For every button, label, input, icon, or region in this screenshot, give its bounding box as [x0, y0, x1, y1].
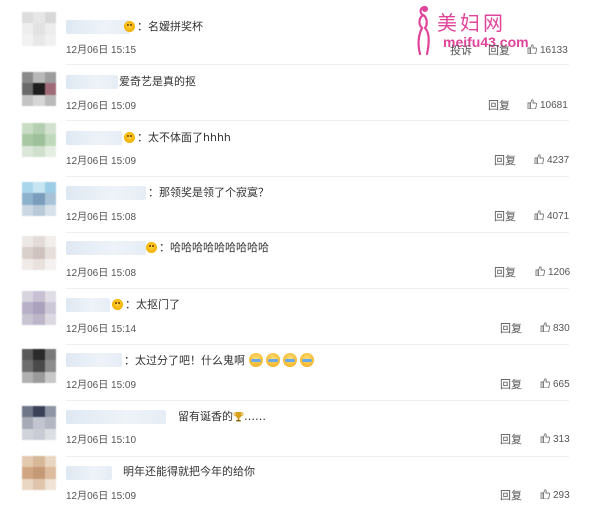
comment-text: ：太不体面了hhhh	[137, 131, 231, 144]
comment-time: 12月06日 15:10	[66, 435, 137, 446]
avatar[interactable]	[22, 72, 56, 106]
username-link[interactable]	[66, 466, 112, 480]
smiley-icon	[124, 132, 135, 143]
like-button[interactable]: 4237	[534, 154, 569, 166]
crying-laugh-icon	[265, 353, 280, 367]
username-link[interactable]	[66, 353, 122, 367]
thumbs-up-icon	[540, 489, 550, 499]
username-link[interactable]	[66, 20, 130, 34]
like-button[interactable]: 4071	[534, 210, 569, 222]
comment-item: ：哈哈哈哈哈哈哈哈哈 12月06日 15:08 回复 1206	[0, 232, 589, 288]
comment-item: ：太抠门了 12月06日 15:14 回复 830	[0, 288, 589, 344]
smiley-icon	[112, 299, 123, 310]
like-count: 16133	[540, 45, 568, 56]
reply-link[interactable]: 回复	[500, 487, 522, 503]
crying-laugh-icon	[299, 353, 314, 367]
avatar[interactable]	[22, 12, 56, 46]
comment-item: 留有诞香的 …… 12月06日 15:10 回复 313	[0, 400, 589, 456]
reply-link[interactable]: 回复	[500, 320, 522, 336]
thumbs-up-icon	[527, 44, 537, 54]
comment-item: 爱奇艺是真的抠 12月06日 15:09 回复 10681	[0, 64, 589, 120]
smiley-icon	[146, 242, 157, 253]
reply-link[interactable]: 回复	[500, 376, 522, 392]
comment-text: ：太抠门了	[125, 298, 180, 311]
like-button[interactable]: 293	[540, 489, 570, 501]
comment-text: ：太过分了吧！什么鬼啊	[124, 353, 317, 368]
like-button[interactable]: 313	[540, 433, 570, 445]
username-link[interactable]	[66, 75, 118, 89]
like-button[interactable]: 665	[540, 378, 570, 390]
comment-item: ：太不体面了hhhh 12月06日 15:09 回复 4237	[0, 120, 589, 176]
comment-text-content: ：太过分了吧！什么鬼啊	[124, 354, 245, 367]
comment-time: 12月06日 15:14	[66, 324, 137, 335]
reply-link[interactable]: 回复	[494, 208, 516, 224]
avatar[interactable]	[22, 406, 56, 440]
like-count: 4071	[547, 211, 570, 222]
like-button[interactable]: 830	[540, 322, 570, 334]
thumbs-up-icon	[540, 378, 550, 388]
like-button[interactable]: 1206	[535, 266, 570, 278]
username-link[interactable]	[66, 186, 146, 200]
comment-time: 12月06日 15:09	[66, 156, 137, 167]
smiley-icon	[124, 21, 135, 32]
username-link[interactable]	[66, 298, 110, 312]
comment-text-content: 留有诞香的	[178, 410, 233, 423]
like-count: 10681	[540, 100, 568, 111]
avatar[interactable]	[22, 456, 56, 490]
reply-link[interactable]: 回复	[494, 264, 516, 280]
thumbs-up-icon	[527, 99, 537, 109]
thumbs-up-icon	[540, 433, 550, 443]
comment-time: 12月06日 15:09	[66, 491, 137, 502]
comment-item: ：太过分了吧！什么鬼啊 12月06日 15:09 回复 665	[0, 344, 589, 400]
like-button[interactable]: 10681	[527, 99, 568, 111]
thumbs-up-icon	[534, 154, 544, 164]
avatar[interactable]	[22, 236, 56, 270]
comment-time: 12月06日 15:15	[66, 45, 137, 56]
trophy-icon	[233, 412, 244, 422]
thumbs-up-icon	[534, 210, 544, 220]
like-button[interactable]: 16133	[527, 44, 568, 56]
username-link[interactable]	[66, 131, 122, 145]
avatar[interactable]	[22, 291, 56, 325]
avatar[interactable]	[22, 123, 56, 157]
like-count: 313	[553, 434, 570, 445]
comment-time: 12月06日 15:09	[66, 380, 137, 391]
comment-item: 明年还能得就把今年的给你 12月06日 15:09 回复 293	[0, 456, 589, 511]
crying-laugh-icon	[282, 353, 297, 367]
comment-text: 爱奇艺是真的抠	[119, 75, 196, 88]
comment-item: ：名嫒拼奖杯 12月06日 15:15 投诉 回复 16133	[0, 8, 589, 58]
reply-link[interactable]: 回复	[488, 42, 510, 58]
report-link[interactable]: 投诉	[450, 42, 472, 58]
reply-link[interactable]: 回复	[494, 152, 516, 168]
like-count: 4237	[547, 155, 570, 166]
comment-time: 12月06日 15:08	[66, 268, 137, 279]
comment-time: 12月06日 15:08	[66, 212, 137, 223]
comment-text: ：那领奖是领了个寂寞？	[148, 186, 269, 199]
comment-item: ：那领奖是领了个寂寞？ 12月06日 15:08 回复 4071	[0, 176, 589, 232]
like-count: 665	[553, 379, 570, 390]
username-link[interactable]	[66, 410, 166, 424]
comment-text: ：名嫒拼奖杯	[137, 20, 203, 33]
reply-link[interactable]: 回复	[488, 97, 510, 113]
comment-text: 留有诞香的 ……	[178, 410, 266, 424]
like-count: 293	[553, 490, 570, 501]
like-count: 830	[553, 323, 570, 334]
comment-time: 12月06日 15:09	[66, 101, 137, 112]
like-count: 1206	[548, 267, 571, 278]
crying-laugh-icon	[248, 353, 263, 367]
comment-text: 明年还能得就把今年的给你	[123, 465, 255, 478]
comment-text-suffix: ……	[244, 410, 266, 423]
thumbs-up-icon	[535, 266, 545, 276]
comment-text: ：哈哈哈哈哈哈哈哈哈	[159, 241, 269, 254]
thumbs-up-icon	[540, 322, 550, 332]
username-link[interactable]	[66, 241, 146, 255]
reply-link[interactable]: 回复	[500, 431, 522, 447]
avatar[interactable]	[22, 349, 56, 383]
avatar[interactable]	[22, 182, 56, 216]
